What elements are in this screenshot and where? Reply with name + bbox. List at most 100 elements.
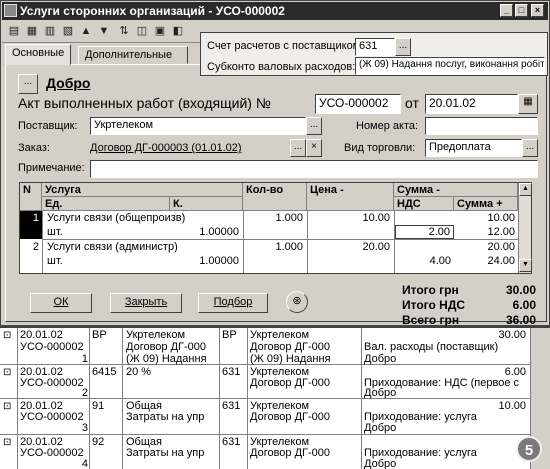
supplier-select-button[interactable]: ... — [306, 117, 322, 135]
minimize-button[interactable]: _ — [500, 4, 513, 17]
all-total-label: Всего грн — [402, 313, 460, 327]
row-kt-sub: Укртелеком — [250, 329, 310, 341]
row-vat[interactable]: 2.00 — [395, 225, 454, 239]
tab-main[interactable]: Основные — [5, 44, 72, 65]
row-desc: Добро — [364, 422, 397, 434]
col-header-service[interactable]: Услуга — [42, 183, 243, 197]
doc-date-field[interactable]: 20.01.02 — [425, 94, 518, 114]
edit-row-icon[interactable]: ▥ — [42, 24, 58, 39]
row-qty[interactable]: 1.000 — [244, 211, 306, 225]
row-dt: 6415 — [92, 366, 117, 378]
row-doc: УСО-000002 — [20, 341, 84, 353]
table-row[interactable]: ⊡ 20.01.02 УСО-000002 4 92 Общая Затраты… — [0, 435, 550, 469]
row-unit[interactable]: шт. — [44, 254, 144, 268]
row-qty[interactable]: 1.000 — [244, 240, 306, 254]
table-row[interactable]: ⊡ 20.01.02 УСО-000002 3 91 Общая Затраты… — [0, 399, 550, 435]
row-kt-sub: Договор ДГ-000 — [250, 447, 331, 459]
row-dt: 91 — [92, 400, 105, 412]
ok-button[interactable]: ОК — [30, 293, 92, 313]
journal-table: ⊡ 20.01.02 УСО-000002 1 ВР Укртелеком До… — [0, 326, 550, 469]
filter-icon[interactable]: ◫ — [134, 24, 150, 39]
row-dt-sub: 20 % — [126, 366, 152, 378]
copy-row-icon[interactable]: ▦ — [24, 24, 40, 39]
table-row[interactable]: ⊡ 20.01.02 УСО-000002 2 6415 20 % 631 Ук… — [0, 365, 550, 399]
contract-select-button[interactable]: ... — [290, 139, 306, 157]
row-amount: 30.00 — [498, 329, 526, 341]
tab-additional[interactable]: Дополнительные — [78, 46, 188, 64]
note-field[interactable] — [90, 160, 538, 178]
close-button[interactable]: × — [531, 4, 544, 17]
row-icon: ⊡ — [3, 367, 12, 378]
grid-scrollbar[interactable]: ▲ ▼ — [518, 183, 532, 273]
account-tooltip: Счет расчетов с поставщиком: 631 ... Суб… — [200, 32, 548, 76]
trade-type-label: Вид торговли: — [344, 142, 416, 154]
contract-link[interactable]: Договор ДГ-000003 (01.01.02) — [90, 142, 242, 154]
row-sum-minus[interactable]: 10.00 — [454, 211, 518, 225]
row-price[interactable]: 10.00 — [308, 211, 393, 225]
table-row[interactable]: ⊡ 20.01.02 УСО-000002 1 ВР Укртелеком До… — [0, 328, 550, 365]
supplier-field[interactable]: Укртелеком — [90, 117, 306, 135]
move-up-icon[interactable]: ▲ — [78, 24, 94, 39]
row-k[interactable]: 1.00000 — [170, 225, 242, 239]
row-sum-minus[interactable]: 20.00 — [454, 240, 518, 254]
col-header-price[interactable]: Цена - — [307, 183, 394, 211]
col-header-k[interactable]: К. — [170, 197, 243, 211]
contract-clear-button[interactable]: × — [306, 139, 322, 157]
trade-type-select-button[interactable]: ... — [522, 139, 538, 157]
account-field[interactable]: 631 — [355, 38, 395, 56]
from-label: от — [405, 95, 419, 111]
row-desc: Добро — [364, 353, 397, 365]
row-icon: ⊡ — [3, 401, 12, 412]
trade-type-field[interactable]: Предоплата — [425, 139, 522, 157]
row-kt: ВР — [222, 329, 237, 341]
tab-main-label: Основные — [12, 47, 65, 59]
total-value: 30.00 — [505, 283, 536, 297]
row-k[interactable]: 1.00000 — [170, 254, 242, 268]
row-kt-sub: Договор ДГ-000 — [250, 377, 331, 389]
print-button-icon[interactable]: ⊛ — [286, 291, 308, 313]
col-header-qty[interactable]: Кол-во — [243, 183, 307, 211]
calendar-icon[interactable]: ▦ — [518, 94, 538, 114]
col-header-n[interactable]: N — [20, 183, 42, 211]
doc-number-field[interactable]: УСО-000002 — [315, 94, 401, 114]
row-sum-plus[interactable]: 12.00 — [454, 225, 518, 239]
scroll-down-icon[interactable]: ▼ — [519, 259, 532, 272]
row-n: 4 — [81, 458, 88, 469]
row-kt-sub: Договор ДГ-000 — [250, 411, 331, 423]
row-date: 20.01.02 — [20, 329, 63, 341]
row-price[interactable]: 20.00 — [308, 240, 393, 254]
settings-icon[interactable]: ◧ — [170, 24, 186, 39]
delete-row-icon[interactable]: ▧ — [60, 24, 76, 39]
row-desc: Вал. расходы (поставщик) — [364, 341, 499, 353]
account-select-button[interactable]: ... — [395, 38, 411, 56]
row-dt-sub: (Ж 09) Надання — [126, 353, 207, 365]
dobro-button[interactable]: ... — [18, 74, 38, 94]
col-header-sum-plus[interactable]: Сумма + — [454, 197, 518, 211]
new-row-icon[interactable]: ▤ — [6, 24, 22, 39]
row-dt-sub: Затраты на упр — [126, 411, 205, 423]
row-service[interactable]: Услуги связи (администр) — [44, 240, 242, 254]
dobro-link[interactable]: Добро — [46, 75, 90, 91]
row-sum-plus[interactable]: 24.00 — [454, 254, 518, 268]
scroll-up-icon[interactable]: ▲ — [519, 183, 532, 196]
col-header-unit[interactable]: Ед. — [42, 197, 170, 211]
doc-title: Акт выполненных работ (входящий) № — [18, 95, 271, 111]
select-button[interactable]: Подбор — [198, 293, 268, 313]
col-header-vat[interactable]: НДС — [394, 197, 454, 211]
print-icon[interactable]: ▣ — [152, 24, 168, 39]
act-number-field[interactable] — [425, 117, 538, 135]
close-doc-button[interactable]: Закрыть — [110, 293, 182, 313]
move-down-icon[interactable]: ▼ — [96, 24, 112, 39]
sort-icon[interactable]: ⇅ — [116, 24, 132, 39]
subconto-field[interactable]: (Ж 09) Надання послуг, виконання робіт — [355, 57, 545, 75]
row-desc: Добро — [364, 387, 397, 399]
row-desc: Добро — [364, 458, 397, 469]
row-dt-sub: Затраты на упр — [126, 447, 205, 459]
row-service[interactable]: Услуги связи (общепроизв) — [44, 211, 242, 225]
col-header-sum[interactable]: Сумма - — [394, 183, 518, 197]
row-kt-sub: (Ж 09) Надання — [250, 353, 331, 365]
row-unit[interactable]: шт. — [44, 225, 144, 239]
row-dt: ВР — [92, 329, 107, 341]
maximize-button[interactable]: □ — [515, 4, 528, 17]
row-vat[interactable]: 4.00 — [395, 254, 454, 268]
